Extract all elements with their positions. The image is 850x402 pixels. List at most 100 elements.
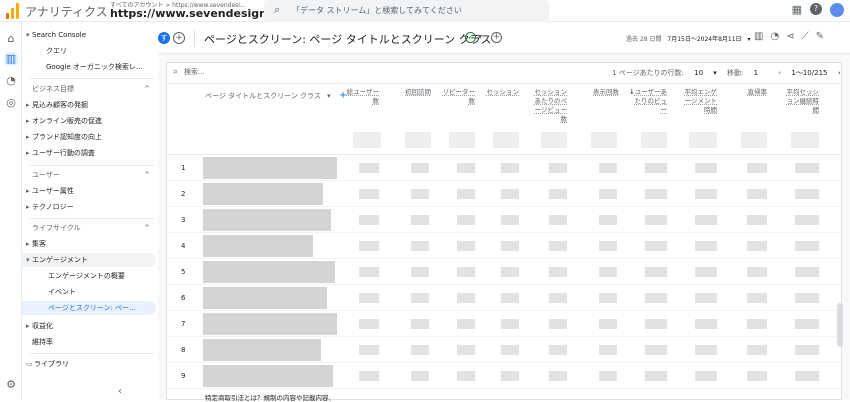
sidebar-item-brand-awareness[interactable]: ▸ ブランド認知度の向上 xyxy=(22,130,156,144)
sidebar-item-library[interactable]: ▭ライブラリ xyxy=(22,357,156,371)
table-row[interactable]: 2 xyxy=(167,181,843,207)
settings-icon[interactable]: ⚙ xyxy=(4,378,18,392)
table-row[interactable]: 3 xyxy=(167,207,843,233)
compare-columns-icon[interactable]: ▥ xyxy=(754,31,763,42)
metric-header-avg-engagement[interactable]: 平均エンゲージメント時間 xyxy=(683,88,718,115)
collapse-sidebar-icon[interactable]: ‹ xyxy=(118,386,122,397)
redacted-value xyxy=(549,267,567,277)
sidebar-item-engagement-overview[interactable]: エンゲージメントの概要 xyxy=(22,269,156,283)
sidebar-item-label: 見込み顧客の発掘 xyxy=(32,101,88,109)
redacted-value xyxy=(359,319,379,329)
edit-pencil-icon[interactable]: ✎ xyxy=(816,31,824,42)
sidebar-item-label: 集客 xyxy=(32,240,46,248)
home-icon[interactable]: ⌂ xyxy=(4,32,18,46)
redacted-value xyxy=(501,241,519,251)
expand-arrow-icon: ▸ xyxy=(26,101,30,109)
row-number: 1 xyxy=(181,164,186,172)
table-search-input[interactable]: ⌕ 検索... xyxy=(173,67,205,77)
table-row[interactable]: 7 xyxy=(167,311,843,337)
comparison-chip[interactable]: す xyxy=(158,32,170,44)
metric-header-label: 表示回数 xyxy=(593,88,619,96)
insights-icon[interactable]: ◔ xyxy=(770,31,779,42)
table-row[interactable]: 9 xyxy=(167,363,843,389)
horizontal-scrollbar[interactable] xyxy=(837,303,843,347)
redacted-value xyxy=(457,371,475,381)
apps-grid-icon[interactable]: ▦ xyxy=(792,3,802,17)
redacted-value xyxy=(411,215,429,225)
advertising-icon[interactable]: ◎ xyxy=(4,96,18,110)
redacted-value xyxy=(795,345,819,355)
section-lifecycle[interactable]: ライフサイクル ^ xyxy=(32,221,150,235)
trend-icon[interactable]: ⟋ xyxy=(802,31,809,42)
totals-cell xyxy=(353,132,381,148)
redacted-value xyxy=(549,189,567,199)
avatar[interactable] xyxy=(830,3,844,17)
redacted-value xyxy=(795,189,819,199)
date-range-label: 過去 28 日間 xyxy=(626,36,662,43)
sidebar-item-acquisition[interactable]: ▸ 集客 xyxy=(22,237,156,251)
date-range-picker[interactable]: 過去 28 日間 7月15日～2024年8月11日 ▾ xyxy=(626,34,751,43)
sidebar-item-retention[interactable]: 維持率 xyxy=(22,335,156,349)
sidebar-item-technology[interactable]: ▸ テクノロジー xyxy=(22,200,156,214)
section-user[interactable]: ユーザー ^ xyxy=(32,168,150,182)
global-search-input[interactable]: ⌕ 「データ ストリーム」と検索してみてください xyxy=(264,0,549,22)
redacted-value xyxy=(599,241,617,251)
redacted-value xyxy=(599,163,617,173)
sidebar-item-demographics[interactable]: ▸ ユーザー属性 xyxy=(22,184,156,198)
next-page-icon[interactable]: › xyxy=(838,69,841,77)
table-row[interactable]: 5 xyxy=(167,259,843,285)
dimension-header[interactable]: ページ タイトルとスクリーン クラス ▾ + xyxy=(205,90,347,101)
sidebar-item-google-organic[interactable]: Google オーガニック検索レ... xyxy=(22,60,156,74)
dimension-header-label: ページ タイトルとスクリーン クラス xyxy=(205,92,321,100)
metric-header-total-users[interactable]: 総ユーザー数 xyxy=(345,88,379,106)
reports-icon[interactable]: ▥ xyxy=(4,52,18,66)
sidebar-item-online-sales[interactable]: ▸ オンライン販売の促進 xyxy=(22,114,156,128)
sidebar-item-leads[interactable]: ▸ 見込み顧客の発掘 xyxy=(22,98,156,112)
sidebar-item-engagement[interactable]: ▾ エンゲージメント xyxy=(22,253,156,267)
table-row[interactable]: 6 xyxy=(167,285,843,311)
redacted-value xyxy=(549,319,567,329)
metric-header-views-per-session[interactable]: セッションあたりのページビュー数 xyxy=(533,88,568,124)
sidebar-item-search-console[interactable]: ▾ Search Console xyxy=(22,28,156,42)
metric-header-returning[interactable]: リピーター数 xyxy=(441,88,476,106)
share-icon[interactable]: ⋖ xyxy=(786,31,794,42)
add-comparison-button[interactable]: + xyxy=(173,32,185,44)
table-row[interactable]: 4 xyxy=(167,233,843,259)
redacted-value xyxy=(747,215,767,225)
metric-header-label: ユーザーあたりのビュー xyxy=(634,88,668,114)
rows-per-page-select[interactable]: 10 ▾ xyxy=(694,69,717,77)
totals-cell xyxy=(591,132,617,148)
metric-header-first-visits[interactable]: 初回訪問 xyxy=(397,88,431,97)
sidebar-item-monetization[interactable]: ▸ 収益化 xyxy=(22,319,156,333)
metric-header-sessions[interactable]: セッション xyxy=(485,88,520,97)
table-row[interactable]: 8 xyxy=(167,337,843,363)
prev-page-icon[interactable]: ‹ xyxy=(778,69,781,77)
add-icon[interactable]: + xyxy=(491,32,502,43)
goto-page-input[interactable]: 1 xyxy=(754,69,758,77)
metric-header-views-per-user[interactable]: ユーザーあたりのビュー xyxy=(633,88,668,115)
divider xyxy=(30,353,154,354)
table-row[interactable]: 1 xyxy=(167,155,843,181)
check-circle-icon[interactable]: ✓ xyxy=(465,32,476,43)
help-icon[interactable]: ? xyxy=(810,3,822,15)
sidebar-item-label: オンライン販売の促進 xyxy=(32,117,102,125)
sidebar-item-pages-screens[interactable]: ページとスクリーン: ペー... xyxy=(22,301,156,315)
redacted-value xyxy=(795,371,819,381)
table-row-partial[interactable]: 特定商取引法とは？規制の内容や記載内容、 xyxy=(205,392,335,402)
metric-header-views[interactable]: 表示回数 xyxy=(585,88,619,97)
sidebar-item-query[interactable]: クエリ xyxy=(22,44,156,58)
redacted-value xyxy=(747,293,767,303)
chevron-down-icon[interactable]: ▾ xyxy=(478,32,482,41)
sidebar-item-events[interactable]: イベント xyxy=(22,285,156,299)
redacted-title xyxy=(203,183,323,205)
metric-header-label: セッション xyxy=(486,88,520,96)
metric-header-bounce-rate[interactable]: 直帰率 xyxy=(733,88,768,97)
sidebar-item-user-behavior[interactable]: ▸ ユーザー行動の調査 xyxy=(22,146,156,160)
section-business-goals[interactable]: ビジネス目標 ^ xyxy=(32,82,150,96)
row-number: 8 xyxy=(181,346,186,354)
metric-header-avg-session-duration[interactable]: 平均セッション継続時間 xyxy=(785,88,820,115)
redacted-value xyxy=(501,371,519,381)
nav-rail: ⌂ ▥ ◔ ◎ ⚙ xyxy=(0,22,22,400)
redacted-value xyxy=(359,293,379,303)
explore-icon[interactable]: ◔ xyxy=(4,74,18,88)
